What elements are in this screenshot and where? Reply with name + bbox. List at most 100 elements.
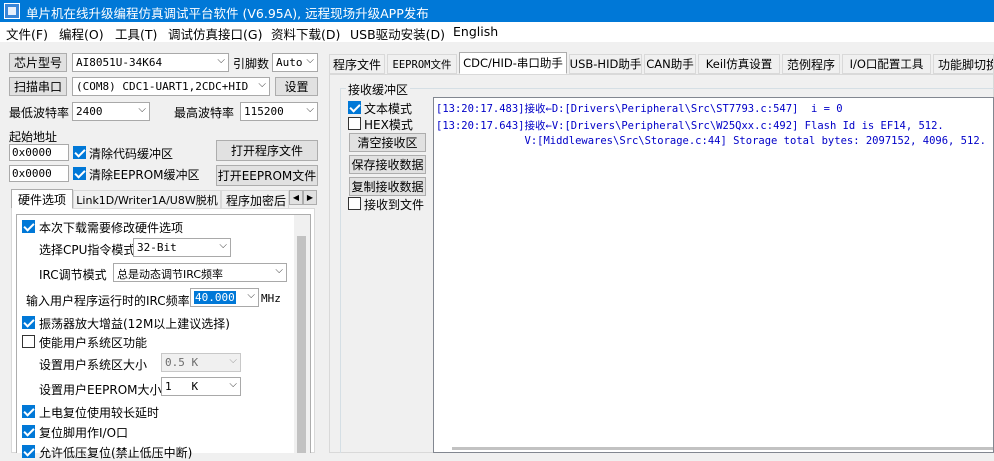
max-baud-label: 最高波特率 xyxy=(174,106,235,120)
menu-downloads[interactable]: 资料下载(D) xyxy=(271,24,340,43)
save-recv-button[interactable]: 保存接收数据 xyxy=(349,155,426,174)
pin-count-value: Auto xyxy=(276,56,303,69)
recv-to-file-checkbox[interactable] xyxy=(348,197,361,210)
max-baud-select[interactable]: 115200 ⌵ xyxy=(240,102,318,121)
log-line: [13:20:17.483]接收←D:[Drivers\Peripheral\S… xyxy=(436,103,843,115)
cpu-mode-value: 32-Bit xyxy=(137,241,177,254)
menu-english[interactable]: English xyxy=(453,24,498,39)
low-voltage-reset-checkbox[interactable] xyxy=(22,445,35,458)
pin-count-label: 引脚数 xyxy=(233,57,270,71)
sys-area-size-value: 0.5 K xyxy=(165,356,199,369)
log-line: V:[Middlewares\Src\Storage.c:44] Storage… xyxy=(436,135,986,147)
max-baud-value: 115200 xyxy=(244,105,284,118)
clear-code-buffer-label: 清除代码缓冲区 xyxy=(89,147,174,161)
irc-freq-label: 输入用户程序运行时的IRC频率 xyxy=(26,294,190,308)
chevron-down-icon: ⌵ xyxy=(306,104,314,115)
tab-keil-sim[interactable]: Keil仿真设置 xyxy=(698,54,780,74)
osc-gain-checkbox[interactable] xyxy=(22,316,35,329)
eeprom-size-label: 设置用户EEPROM大小 xyxy=(39,383,162,397)
chevron-down-icon: ⌵ xyxy=(229,355,237,366)
menu-bar: 文件(F) 编程(O) 工具(T) 调试仿真接口(G) 资料下载(D) USB驱… xyxy=(0,22,994,42)
clear-eeprom-buffer-label: 清除EEPROM缓冲区 xyxy=(89,168,200,182)
menu-usb-driver[interactable]: USB驱动安装(D) xyxy=(350,24,445,43)
tab-encryption[interactable]: 程序加密后 xyxy=(221,190,289,210)
modify-hw-label: 本次下载需要修改硬件选项 xyxy=(39,221,184,235)
title-bar: 单片机在线升级编程仿真调试平台软件 (V6.95A), 远程现场升级APP发布 xyxy=(0,0,994,22)
chevron-down-icon: ⌵ xyxy=(229,379,237,390)
irc-freq-input[interactable]: 40.000 ⌵ xyxy=(190,288,259,307)
chip-model-value: AI8051U-34K64 xyxy=(76,56,163,69)
tab-cdc-hid-serial[interactable]: CDC/HID-串口助手 xyxy=(459,52,567,74)
cpu-mode-select[interactable]: 32-Bit ⌵ xyxy=(133,238,231,257)
window-title: 单片机在线升级编程仿真调试平台软件 (V6.95A), 远程现场升级APP发布 xyxy=(26,6,429,21)
chevron-down-icon: ⌵ xyxy=(217,55,225,66)
user-sys-area-label: 使能用户系统区功能 xyxy=(39,336,148,350)
sys-area-size-label: 设置用户系统区大小 xyxy=(39,358,148,372)
sys-area-size-select[interactable]: 0.5 K ⌵ xyxy=(161,353,241,372)
tab-eeprom-file[interactable]: EEPROM文件 xyxy=(387,54,457,74)
menu-program[interactable]: 编程(O) xyxy=(59,24,104,43)
app-icon xyxy=(4,3,20,19)
chevron-down-icon: ⌵ xyxy=(219,240,227,251)
log-hscrollbar-thumb[interactable] xyxy=(452,447,993,450)
port-select[interactable]: (COM8) CDC1-UART1,2CDC+HID ⌵ xyxy=(72,77,270,96)
recv-buffer-label: 接收缓冲区 xyxy=(346,81,411,98)
tab-usb-hid[interactable]: USB-HID助手 xyxy=(569,54,642,74)
irc-mode-select[interactable]: 总是动态调节IRC频率 ⌵ xyxy=(113,263,287,282)
clear-eeprom-buffer-checkbox[interactable] xyxy=(73,167,86,180)
clear-code-buffer-checkbox[interactable] xyxy=(73,146,86,159)
menu-tools[interactable]: 工具(T) xyxy=(115,24,157,43)
scan-port-button[interactable]: 扫描串口 xyxy=(9,77,67,96)
long-delay-label: 上电复位使用较长延时 xyxy=(39,406,160,420)
chip-model-button[interactable]: 芯片型号 xyxy=(9,53,67,72)
eeprom-size-value: 1 K xyxy=(165,380,199,393)
modify-hw-checkbox[interactable] xyxy=(22,220,35,233)
chip-model-select[interactable]: AI8051U-34K64 ⌵ xyxy=(72,53,229,72)
tab-io-config[interactable]: I/O口配置工具 xyxy=(842,54,931,74)
chevron-down-icon: ⌵ xyxy=(247,290,255,301)
chevron-down-icon: ⌵ xyxy=(138,104,146,115)
text-mode-label: 文本模式 xyxy=(364,102,413,116)
eeprom-address-input[interactable]: 0x0000 xyxy=(9,165,69,182)
min-baud-value: 2400 xyxy=(76,105,103,118)
long-delay-checkbox[interactable] xyxy=(22,405,35,418)
tab-hardware-options[interactable]: 硬件选项 xyxy=(11,189,73,209)
settings-button[interactable]: 设置 xyxy=(275,77,318,96)
start-address-label: 起始地址 xyxy=(9,130,58,144)
copy-recv-button[interactable]: 复制接收数据 xyxy=(349,177,426,196)
tab-offline[interactable]: Link1D/Writer1A/U8W脱机 xyxy=(73,190,221,210)
tab-examples[interactable]: 范例程序 xyxy=(782,54,840,74)
clear-recv-button[interactable]: 清空接收区 xyxy=(349,133,426,152)
user-sys-area-checkbox[interactable] xyxy=(22,335,35,348)
text-mode-checkbox[interactable] xyxy=(348,101,361,114)
menu-debug[interactable]: 调试仿真接口(G) xyxy=(168,24,262,43)
hex-mode-label: HEX模式 xyxy=(364,118,413,132)
code-address-input[interactable]: 0x0000 xyxy=(9,144,69,161)
tab-program-file[interactable]: 程序文件 xyxy=(329,54,385,74)
menu-file[interactable]: 文件(F) xyxy=(6,24,48,43)
tab-scroll-left-icon[interactable]: ◀ xyxy=(289,190,303,205)
chevron-down-icon: ⌵ xyxy=(275,265,283,276)
port-value: (COM8) CDC1-UART1,2CDC+HID xyxy=(76,80,249,93)
tab-scroll-right-icon[interactable]: ▶ xyxy=(303,190,317,205)
open-program-file-button[interactable]: 打开程序文件 xyxy=(216,140,318,161)
eeprom-size-select[interactable]: 1 K ⌵ xyxy=(161,377,241,396)
irc-freq-value: 40.000 xyxy=(194,291,236,304)
recv-to-file-label: 接收到文件 xyxy=(364,198,425,212)
min-baud-label: 最低波特率 xyxy=(9,106,70,120)
min-baud-select[interactable]: 2400 ⌵ xyxy=(72,102,150,121)
chevron-down-icon: ⌵ xyxy=(258,79,266,90)
recv-log-textarea[interactable]: [13:20:17.483]接收←D:[Drivers\Peripheral\S… xyxy=(433,97,994,453)
irc-mode-label: IRC调节模式 xyxy=(39,268,107,282)
irc-freq-unit: MHz xyxy=(261,292,281,305)
hw-scrollbar-thumb[interactable] xyxy=(297,236,306,453)
irc-mode-value: 总是动态调节IRC频率 xyxy=(117,268,224,281)
open-eeprom-file-button[interactable]: 打开EEPROM文件 xyxy=(216,165,318,186)
osc-gain-label: 振荡器放大增益(12M以上建议选择) xyxy=(39,317,230,331)
reset-pin-io-checkbox[interactable] xyxy=(22,425,35,438)
pin-count-select[interactable]: Auto ⌵ xyxy=(272,53,318,72)
tab-pin-switch[interactable]: 功能脚切换 xyxy=(933,54,994,74)
tab-can[interactable]: CAN助手 xyxy=(644,54,696,74)
log-line: [13:20:17.643]接收←V:[Drivers\Peripheral\S… xyxy=(436,120,944,132)
hex-mode-checkbox[interactable] xyxy=(348,117,361,130)
